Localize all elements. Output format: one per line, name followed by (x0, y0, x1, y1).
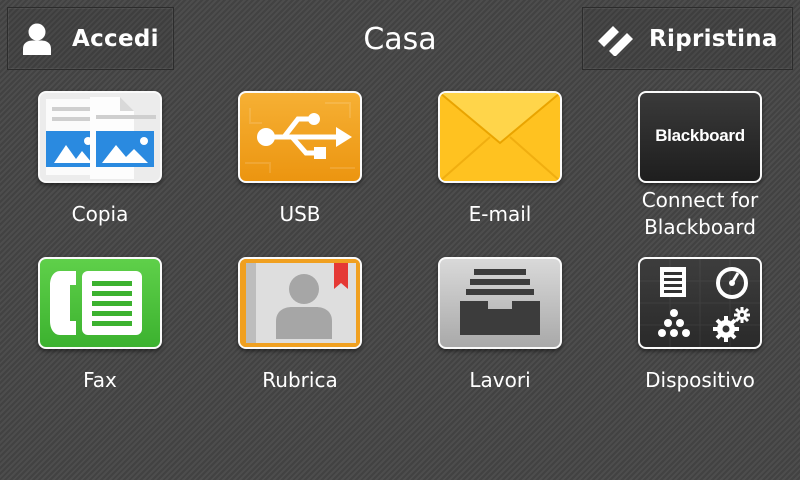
app-usb[interactable]: USB (220, 91, 380, 228)
rubrica-tile (238, 257, 362, 349)
app-label: Copia (71, 202, 129, 226)
app-label: USB (279, 202, 321, 226)
reset-label: Ripristina (649, 25, 778, 52)
app-label-line1: Connect for (641, 188, 759, 212)
address-book-icon (240, 259, 360, 347)
blackboard-logo: Blackboard (655, 126, 745, 145)
usb-tile (238, 91, 362, 183)
app-connect-blackboard[interactable]: Blackboard Connect for Blackboard (620, 91, 780, 241)
device-icon (640, 259, 760, 347)
reset-button[interactable]: Ripristina (582, 7, 793, 70)
app-lavori[interactable]: Lavori (420, 257, 580, 394)
app-rubrica[interactable]: Rubrica (220, 257, 380, 394)
app-label-line2: Blackboard (644, 215, 756, 239)
app-dispositivo[interactable]: Dispositivo (620, 257, 780, 394)
lavori-tile (438, 257, 562, 349)
app-label: Lavori (469, 368, 531, 392)
app-label: Dispositivo (645, 368, 755, 392)
app-copy[interactable]: Copia (20, 91, 180, 228)
blackboard-tile: Blackboard (638, 91, 762, 183)
copy-icon (40, 93, 160, 181)
app-label: Connect for Blackboard (620, 187, 780, 241)
app-label: Fax (83, 368, 117, 392)
email-tile (438, 91, 562, 183)
fax-tile (38, 257, 162, 349)
jobs-tray-icon (460, 269, 540, 335)
copy-tile (38, 91, 162, 183)
app-email[interactable]: E-mail (420, 91, 580, 228)
usb-icon (245, 102, 355, 173)
envelope-icon (440, 93, 560, 181)
reset-icon (595, 22, 635, 56)
app-label: E-mail (468, 202, 532, 226)
app-fax[interactable]: Fax (20, 257, 180, 394)
app-label: Rubrica (262, 368, 338, 392)
dispositivo-tile (638, 257, 762, 349)
fax-icon (50, 271, 142, 335)
